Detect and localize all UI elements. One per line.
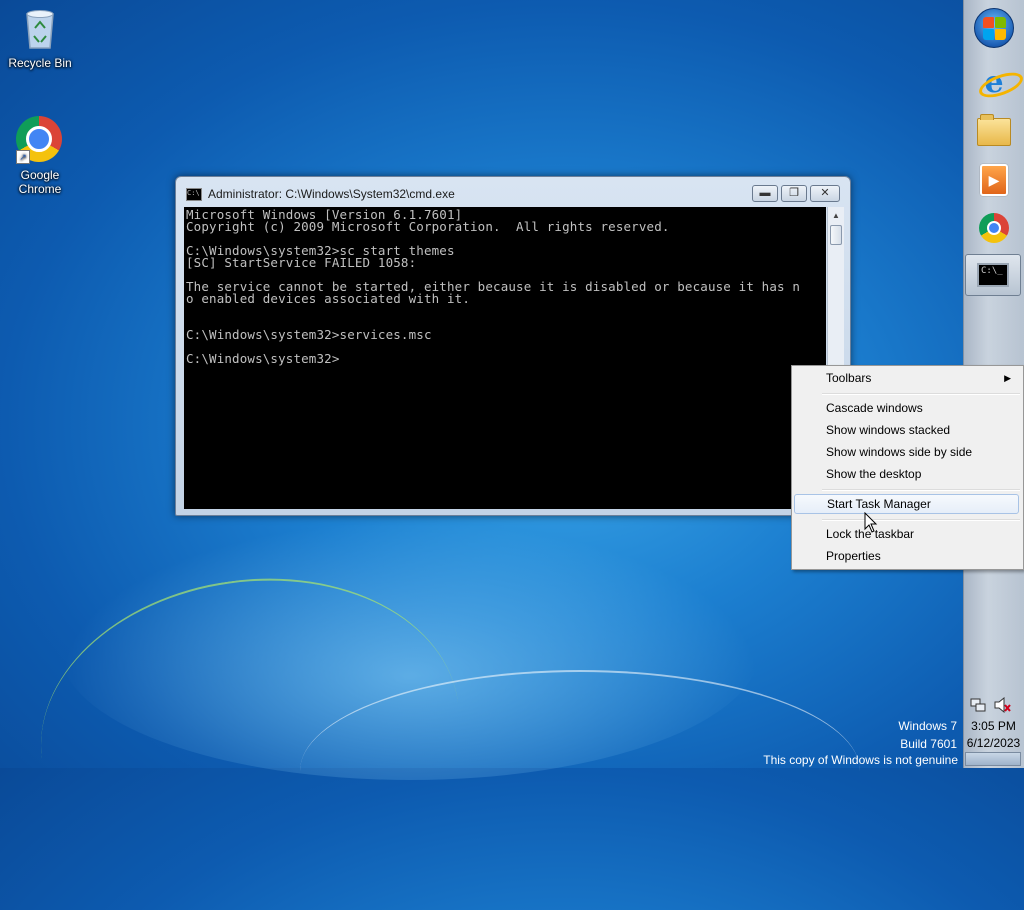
taskbar-internet-explorer[interactable]: e <box>969 60 1024 104</box>
desktop-icon-google-chrome[interactable]: ↗ Google Chrome <box>2 116 78 196</box>
show-desktop-button[interactable] <box>965 752 1021 766</box>
menu-item-show-windows-stacked[interactable]: Show windows stacked <box>826 420 1019 440</box>
internet-explorer-icon: e <box>976 65 1024 102</box>
menu-item-label: Properties <box>826 549 881 563</box>
close-button[interactable]: ✕ <box>810 185 840 202</box>
cmd-window[interactable]: C:\ Administrator: C:\Windows\System32\c… <box>175 176 851 516</box>
cmd-icon: C:\_ <box>977 263 1009 287</box>
taskbar-context-menu: Toolbars ▶ Cascade windows Show windows … <box>791 365 1024 570</box>
taskbar-media-player[interactable]: ▶ <box>969 158 1019 202</box>
watermark-windows-version: Windows 7 <box>898 719 957 733</box>
menu-separator <box>822 519 1020 521</box>
menu-item-label: Start Task Manager <box>827 497 931 511</box>
taskbar-chrome[interactable] <box>969 206 1019 250</box>
desktop-icon-recycle-bin[interactable]: Recycle Bin <box>2 6 78 70</box>
window-controls: ▬ ❐ ✕ <box>749 185 840 202</box>
desktop-icon-label-line1: Google <box>20 168 60 182</box>
shortcut-arrow-icon: ↗ <box>16 150 30 164</box>
clock-time[interactable]: 3:05 PM <box>963 719 1024 733</box>
menu-item-cascade-windows[interactable]: Cascade windows <box>826 398 1019 418</box>
menu-item-show-the-desktop[interactable]: Show the desktop <box>826 464 1019 484</box>
close-icon: ✕ <box>820 187 830 199</box>
menu-item-label: Show the desktop <box>826 467 922 481</box>
maximize-button[interactable]: ❐ <box>781 185 807 202</box>
watermark-build: Build 7601 <box>900 737 957 751</box>
console-line: o enabled devices associated with it. <box>186 291 470 306</box>
wallpaper-streak <box>300 670 860 872</box>
menu-item-properties[interactable]: Properties <box>826 546 1019 566</box>
console-line: [SC] StartService FAILED 1058: <box>186 255 417 270</box>
mouse-cursor-icon <box>864 512 878 533</box>
network-icon[interactable] <box>970 697 986 716</box>
menu-item-start-task-manager[interactable]: Start Task Manager <box>794 494 1019 514</box>
cmd-icon: C:\ <box>186 187 202 201</box>
menu-separator <box>822 393 1020 395</box>
clock-date[interactable]: 6/12/2023 <box>963 736 1024 750</box>
menu-item-label: Show windows stacked <box>826 423 951 437</box>
console-line: Copyright (c) 2009 Microsoft Corporation… <box>186 219 670 234</box>
console-line: C:\Windows\system32>services.msc <box>186 327 432 342</box>
scroll-up-icon[interactable]: ▲ <box>828 207 844 224</box>
minimize-icon: ▬ <box>759 187 771 199</box>
desktop-icon-label-line2: Chrome <box>18 182 62 196</box>
menu-item-show-windows-side-by-side[interactable]: Show windows side by side <box>826 442 1019 462</box>
console-line: C:\Windows\system32> <box>186 351 340 366</box>
submenu-arrow-icon: ▶ <box>1004 373 1011 383</box>
taskbar-file-explorer[interactable] <box>969 110 1019 154</box>
start-button[interactable] <box>969 6 1019 50</box>
restore-icon: ❐ <box>789 187 799 199</box>
recycle-bin-icon <box>26 10 54 49</box>
menu-separator <box>822 489 1020 491</box>
menu-item-label: Cascade windows <box>826 401 923 415</box>
scrollbar-thumb[interactable] <box>830 225 842 245</box>
desktop-icon-label: Recycle Bin <box>8 56 72 70</box>
taskbar-cmd[interactable]: C:\_ <box>965 254 1021 296</box>
media-player-icon: ▶ <box>980 164 1008 196</box>
minimize-button[interactable]: ▬ <box>752 185 778 202</box>
start-orb-icon <box>974 8 1014 48</box>
console-output[interactable]: Microsoft Windows [Version 6.1.7601] Copy… <box>184 207 826 509</box>
menu-item-toolbars[interactable]: Toolbars ▶ <box>826 368 1019 388</box>
chrome-icon <box>979 213 1009 243</box>
volume-muted-icon[interactable] <box>994 696 1012 716</box>
window-title: Administrator: C:\Windows\System32\cmd.e… <box>208 187 455 201</box>
file-explorer-icon <box>977 114 1011 146</box>
menu-item-lock-the-taskbar[interactable]: Lock the taskbar <box>826 524 1019 544</box>
watermark-genuine-notice: This copy of Windows is not genuine <box>763 753 958 767</box>
menu-item-label: Show windows side by side <box>826 445 973 459</box>
menu-item-label: Toolbars <box>826 371 872 385</box>
window-titlebar[interactable]: C:\ Administrator: C:\Windows\System32\c… <box>186 187 455 201</box>
